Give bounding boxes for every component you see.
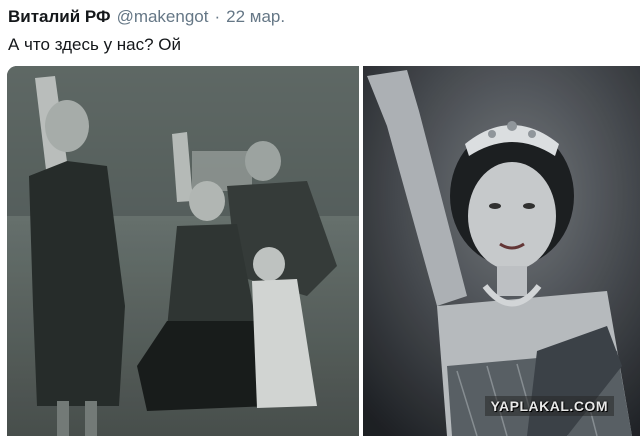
tweet-header: Виталий РФ @makengot · 22 мар. [8, 7, 285, 29]
media-image [7, 66, 640, 436]
author-handle[interactable]: @makengot [117, 7, 209, 27]
right-photo [363, 66, 640, 436]
author-display-name[interactable]: Виталий РФ [8, 7, 111, 27]
tweet-date[interactable]: 22 мар. [226, 7, 285, 27]
tweet-text: А что здесь у нас? Ой [8, 35, 182, 54]
tweet-media[interactable]: YAPLAKAL.COM [7, 66, 640, 436]
left-photo [7, 66, 359, 436]
media-watermark: YAPLAKAL.COM [484, 396, 614, 416]
header-separator: · [214, 7, 221, 26]
photo-divider [359, 66, 363, 436]
tweet: Виталий РФ @makengot · 22 мар. А что зде… [0, 0, 640, 436]
